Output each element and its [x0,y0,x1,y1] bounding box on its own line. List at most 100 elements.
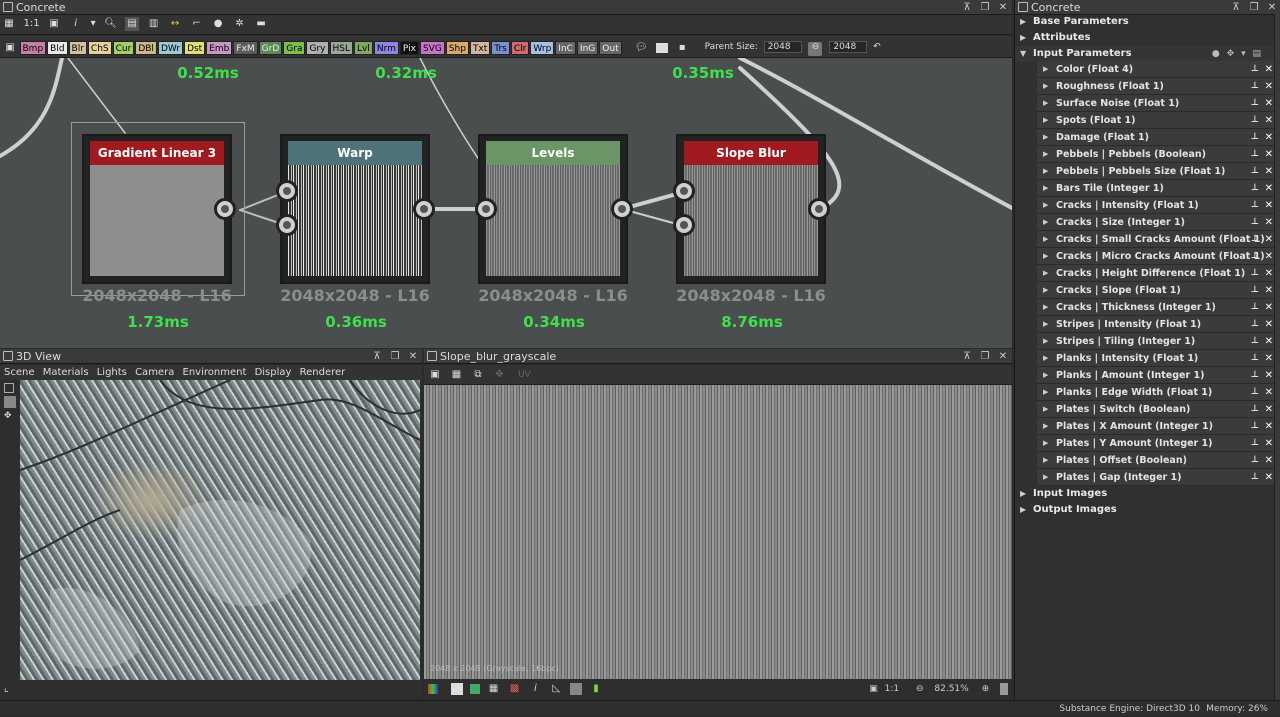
remove-icon[interactable]: ✕ [1265,452,1273,469]
add-param-icon[interactable]: ● [1212,49,1220,59]
remove-icon[interactable]: ✕ [1265,180,1273,197]
expose-icon[interactable]: ⊥ [1251,129,1259,146]
close-icon[interactable]: ✕ [998,0,1008,15]
zoom-in-icon[interactable]: ⊕ [982,684,990,694]
filter-button-dbl[interactable]: DBl [135,41,157,55]
menu-environment[interactable]: Environment [183,367,247,378]
parameter-row[interactable]: ▶ Pebbels | Pebbels Size (Float 1) ⊥ ✕ [1037,163,1280,180]
output-port[interactable] [808,198,830,220]
float-window-icon[interactable]: ❐ [980,0,990,15]
expose-icon[interactable]: ⊥ [1251,146,1259,163]
remove-icon[interactable]: ✕ [1265,231,1273,248]
remove-icon[interactable]: ✕ [1265,350,1273,367]
pin-node-icon[interactable]: ▪ [675,41,689,55]
expose-icon[interactable]: ⊥ [1251,299,1259,316]
filter-button-hsl[interactable]: HSL [329,41,353,55]
sort-icon[interactable]: ▤ [1252,49,1261,59]
node-levels[interactable]: Levels [478,134,628,284]
filter-button-cur[interactable]: Cur [112,41,135,55]
section-base-parameters[interactable]: ▶ Base Parameters [1015,14,1280,30]
view2d-canvas[interactable]: 2048 x 2048 (Grayscale, 16bpc) [424,385,1012,679]
filter-button-ing[interactable]: InG [576,41,599,55]
view3d-viewport[interactable] [20,380,420,680]
lock-icon[interactable] [1000,682,1008,695]
expose-icon[interactable]: ⊥ [1251,435,1259,452]
graph-canvas[interactable]: 0.52ms 0.32ms 0.35ms Gradient Linear 3 W… [0,58,1012,348]
filter-button-chs[interactable]: ChS [87,41,112,55]
remove-icon[interactable]: ✕ [1265,435,1273,452]
pin-icon[interactable]: ⊼ [962,349,972,364]
expose-icon[interactable]: ⊥ [1251,350,1259,367]
filter-button-trs[interactable]: Trs [491,41,510,55]
section-output-images[interactable]: ▶ Output Images [1015,502,1280,518]
expose-icon[interactable]: ⊥ [1251,231,1259,248]
expose-icon[interactable]: ⊥ [1251,248,1259,265]
expose-icon[interactable]: ⊥ [1251,78,1259,95]
parameter-row[interactable]: ▶ Stripes | Tiling (Integer 1) ⊥ ✕ [1037,333,1280,350]
remove-icon[interactable]: ✕ [1265,282,1273,299]
parent-size-width-select[interactable]: 2048 [763,40,802,53]
close-icon[interactable]: ✕ [1267,0,1277,15]
comment-icon[interactable]: ▬ [254,17,268,31]
zoom-ratio[interactable]: 1:1 [885,684,899,694]
filter-button-nrm[interactable]: Nrm [373,41,399,55]
node-warp[interactable]: Warp [280,134,430,284]
parameter-row[interactable]: ▶ Plates | Gap (Integer 1) ⊥ ✕ [1037,469,1280,486]
section-attributes[interactable]: ▶ Attributes [1015,30,1280,46]
param-menu-icon[interactable]: ▾ [1241,49,1246,59]
input-port[interactable] [673,214,695,236]
filter-button-out[interactable]: Out [599,41,622,55]
zoom-out-icon[interactable]: ⊖ [916,684,924,694]
remove-icon[interactable]: ✕ [1265,469,1273,486]
parameter-row[interactable]: ▶ Roughness (Float 1) ⊥ ✕ [1037,78,1280,95]
link-size-icon[interactable]: ⊖ [808,41,823,56]
parameter-row[interactable]: ▶ Planks | Intensity (Float 1) ⊥ ✕ [1037,350,1280,367]
search-icon[interactable]: 🔍︎ [104,17,118,31]
parameter-row[interactable]: ▶ Planks | Amount (Integer 1) ⊥ ✕ [1037,367,1280,384]
remove-icon[interactable]: ✕ [1265,146,1273,163]
move-tool-icon[interactable]: ✥ [4,411,14,421]
parameter-row[interactable]: ▶ Cracks | Size (Integer 1) ⊥ ✕ [1037,214,1280,231]
filter-button-dwr[interactable]: DWr [157,41,184,55]
filter-button-lvl[interactable]: Lvl [354,41,373,55]
menu-scene[interactable]: Scene [4,367,35,378]
pin-icon[interactable]: ⊼ [962,0,972,15]
output-port[interactable] [413,198,435,220]
parameter-row[interactable]: ▶ Cracks | Intensity (Float 1) ⊥ ✕ [1037,197,1280,214]
remove-icon[interactable]: ✕ [1265,367,1273,384]
expose-icon[interactable]: ⊥ [1251,265,1259,282]
expose-icon[interactable]: ⊥ [1251,163,1259,180]
filter-button-shp[interactable]: Shp [445,41,469,55]
input-port[interactable] [276,214,298,236]
menu-renderer[interactable]: Renderer [300,367,346,378]
float-window-icon[interactable]: ❐ [980,349,990,364]
node-gradient-linear-3[interactable]: Gradient Linear 3 [82,134,232,284]
filter-button-clr[interactable]: Clr [510,41,530,55]
bucket-icon[interactable]: ● [211,17,225,31]
remove-icon[interactable]: ✕ [1265,265,1273,282]
frame-icon[interactable]: ▣ [47,17,61,31]
fit-icon[interactable]: ▣ [869,684,878,694]
expose-icon[interactable]: ⊥ [1251,469,1259,486]
filter-button-pix[interactable]: Pix [399,41,419,55]
gray-swatch-icon[interactable] [570,682,583,695]
float-window-icon[interactable]: ❐ [1249,0,1259,15]
remove-icon[interactable]: ✕ [1265,197,1273,214]
filter-button-blr[interactable]: Blr [68,41,87,55]
gear-icon[interactable]: ✲ [233,17,247,31]
remove-icon[interactable]: ✕ [1265,214,1273,231]
expose-icon[interactable]: ⊥ [1251,316,1259,333]
histogram-icon[interactable]: ◺ [549,682,563,696]
camera-tool-icon[interactable] [4,383,14,393]
axis-icon[interactable]: ⌞ [4,683,9,694]
filter-button-dst[interactable]: Dst [184,41,206,55]
move-param-icon[interactable]: ✥ [1227,49,1235,59]
remove-icon[interactable]: ✕ [1265,384,1273,401]
remove-icon[interactable]: ✕ [1265,112,1273,129]
parameter-row[interactable]: ▶ Color (Float 4) ⊥ ✕ [1037,61,1280,78]
parameter-row[interactable]: ▶ Cracks | Height Difference (Float 1) ⊥ ✕ [1037,265,1280,282]
expose-icon[interactable]: ⊥ [1251,367,1259,384]
section-input-images[interactable]: ▶ Input Images [1015,486,1280,502]
tile-icon[interactable]: ▦ [487,682,501,696]
fit-view-icon[interactable]: ▦ [2,17,16,31]
